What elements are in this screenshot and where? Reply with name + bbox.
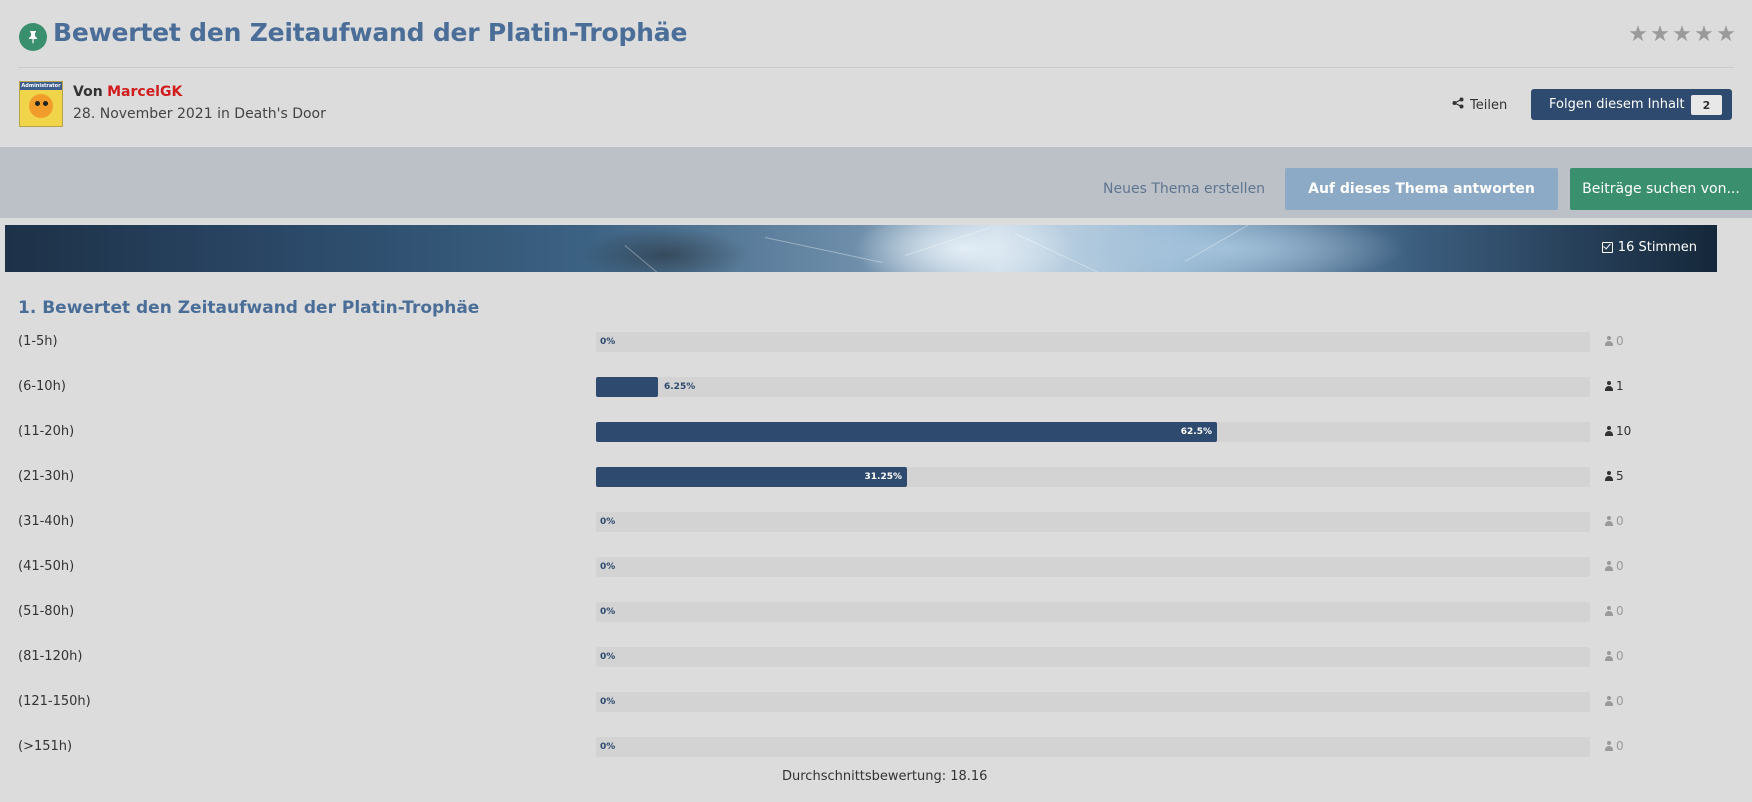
poll-option-row: (6-10h) 6.25% 1 [0,371,1752,405]
user-icon [1605,336,1613,346]
poll-bar-track: 0% [596,737,1590,757]
poll-bar-fill [596,422,1217,442]
poll-vote-count: 0 [1605,649,1624,663]
user-icon [1605,561,1613,571]
user-icon [1605,651,1613,661]
poll-bar-fill [596,377,658,397]
poll-bar-percent: 0% [600,742,616,752]
poll-option-label: (21-30h) [18,469,75,484]
poll-bar-track: 0% [596,647,1590,667]
poll-average: Durchschnittsbewertung: 18.16 [782,769,988,784]
poll-option-row: (11-20h) 62.5% 10 [0,416,1752,450]
user-icon [1605,516,1613,526]
poll-option-row: (31-40h) 0% 0 [0,506,1752,540]
page: Bewertet den Zeitaufwand der Platin-Trop… [0,0,1752,802]
poll-vote-number: 10 [1616,424,1632,438]
poll-vote-count: 0 [1605,559,1624,573]
poll-bar-percent: 31.25% [864,472,903,482]
poll-option-label: (81-120h) [18,649,83,664]
poll-option-label: (1-5h) [18,334,58,349]
poll-option-row: (>151h) 0% 0 [0,731,1752,765]
poll-bar-percent: 0% [600,337,616,347]
poll-option-label: (121-150h) [18,694,91,709]
poll-option-row: (81-120h) 0% 0 [0,641,1752,675]
poll-option-label: (6-10h) [18,379,66,394]
user-icon [1605,426,1613,436]
poll-bar-percent: 6.25% [664,382,696,392]
poll-vote-count: 5 [1605,469,1624,483]
poll-bar-percent: 0% [600,517,616,527]
poll-bar-percent: 0% [600,697,616,707]
poll-vote-number: 1 [1616,379,1624,393]
poll-option-label: (41-50h) [18,559,75,574]
poll-bar-track: 6.25% [596,377,1590,397]
poll-vote-number: 0 [1616,694,1624,708]
poll-bar-track: 0% [596,602,1590,622]
poll-option-row: (121-150h) 0% 0 [0,686,1752,720]
poll-vote-count: 10 [1605,424,1631,438]
poll-option-row: (41-50h) 0% 0 [0,551,1752,585]
poll-bar-fill [596,467,907,487]
user-icon [1605,696,1613,706]
poll-vote-number: 0 [1616,514,1624,528]
poll-vote-count: 0 [1605,739,1624,753]
poll-vote-count: 0 [1605,604,1624,618]
poll-options: (1-5h) 0% 0 (6-10h) 6.25% 1 (11-20h) 62.5% 10 (21… [0,0,1752,802]
poll-bar-track: 0% [596,512,1590,532]
poll-option-label: (11-20h) [18,424,75,439]
poll-bar-track: 0% [596,692,1590,712]
poll-option-row: (51-80h) 0% 0 [0,596,1752,630]
poll-bar-percent: 0% [600,607,616,617]
poll-vote-number: 0 [1616,649,1624,663]
poll-bar-percent: 62.5% [1180,427,1212,437]
poll-option-row: (21-30h) 31.25% 5 [0,461,1752,495]
poll-vote-number: 0 [1616,604,1624,618]
poll-bar-percent: 0% [600,652,616,662]
user-icon [1605,741,1613,751]
poll-vote-count: 0 [1605,694,1624,708]
poll-option-label: (>151h) [18,739,73,754]
poll-option-row: (1-5h) 0% 0 [0,326,1752,360]
user-icon [1605,381,1613,391]
poll-vote-number: 0 [1616,559,1624,573]
poll-option-label: (51-80h) [18,604,75,619]
poll-bar-track: 31.25% [596,467,1590,487]
poll-vote-count: 1 [1605,379,1624,393]
poll-bar-track: 0% [596,557,1590,577]
poll-vote-count: 0 [1605,514,1624,528]
poll-bar-track: 0% [596,332,1590,352]
user-icon [1605,471,1613,481]
poll-vote-number: 5 [1616,469,1624,483]
poll-vote-number: 0 [1616,334,1624,348]
poll-bar-percent: 0% [600,562,616,572]
poll-bar-track: 62.5% [596,422,1590,442]
poll-vote-number: 0 [1616,739,1624,753]
user-icon [1605,606,1613,616]
poll-vote-count: 0 [1605,334,1624,348]
poll-option-label: (31-40h) [18,514,75,529]
